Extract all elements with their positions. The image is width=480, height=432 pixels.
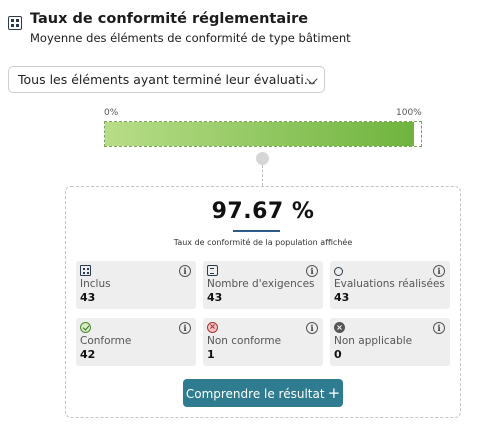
chevron-down-icon[interactable] bbox=[300, 67, 324, 92]
stat-label: Evaluations réalisées bbox=[334, 278, 445, 290]
stat-value: 43 bbox=[334, 291, 350, 304]
stat-value: 1 bbox=[207, 348, 215, 361]
compliance-gauge-bar bbox=[104, 121, 422, 147]
stat-card-evaluations: i Evaluations réalisées 43 bbox=[330, 261, 450, 309]
widget-subtitle: Moyenne des éléments de conformité de ty… bbox=[30, 31, 351, 45]
info-icon[interactable]: i bbox=[433, 265, 445, 277]
plus-icon: + bbox=[327, 384, 341, 402]
stat-card-inclus: i Inclus 43 bbox=[76, 261, 196, 309]
document-icon bbox=[207, 265, 218, 276]
stat-value: 43 bbox=[80, 291, 96, 304]
population-filter-value: Tous les éléments ayant terminé leur éva… bbox=[18, 72, 316, 87]
info-icon[interactable]: i bbox=[306, 265, 318, 277]
building-grid-icon bbox=[80, 265, 91, 276]
stat-card-conforme: i Conforme 42 bbox=[76, 318, 196, 366]
widget-header: Taux de conformité réglementaire Moyenne… bbox=[8, 8, 351, 46]
stat-label: Nombre d'exigences bbox=[207, 278, 315, 290]
stat-label: Inclus bbox=[80, 278, 111, 290]
info-icon[interactable]: i bbox=[179, 322, 191, 334]
gauge-marker bbox=[256, 152, 269, 165]
widget-title: Taux de conformité réglementaire bbox=[30, 11, 309, 27]
gauge-max-label: 100% bbox=[396, 108, 422, 118]
check-circle-icon bbox=[80, 322, 91, 333]
stat-card-exigences: i Nombre d'exigences 43 bbox=[203, 261, 323, 309]
not-applicable-icon: × bbox=[334, 322, 345, 333]
stat-value: 0 bbox=[334, 348, 342, 361]
building-grid-icon bbox=[8, 16, 22, 30]
gauge-marker-line bbox=[262, 165, 263, 186]
stat-card-non-applicable: × i Non applicable 0 bbox=[330, 318, 450, 366]
info-icon[interactable]: i bbox=[433, 322, 445, 334]
understand-result-button[interactable]: Comprendre le résultat + bbox=[183, 379, 343, 407]
compliance-rate-caption: Taux de conformité de la population affi… bbox=[173, 238, 353, 247]
header-text: Taux de conformité réglementaire Moyenne… bbox=[30, 8, 351, 46]
stat-label: Non applicable bbox=[334, 335, 413, 347]
stat-label: Conforme bbox=[80, 335, 132, 347]
stat-label: Non conforme bbox=[207, 335, 282, 347]
stat-card-non-conforme: × i Non conforme 1 bbox=[203, 318, 323, 366]
x-circle-icon: × bbox=[207, 322, 218, 333]
info-icon[interactable]: i bbox=[179, 265, 191, 277]
rate-underline bbox=[233, 230, 280, 232]
gauge-min-label: 0% bbox=[104, 108, 119, 118]
compliance-rate-value: 97.67 % bbox=[211, 199, 315, 224]
population-filter-select[interactable]: Tous les éléments ayant terminé leur éva… bbox=[8, 66, 325, 93]
result-panel: 97.67 % Taux de conformité de la populat… bbox=[65, 186, 461, 418]
stat-value: 42 bbox=[80, 348, 96, 361]
medal-icon bbox=[334, 267, 343, 276]
info-icon[interactable]: i bbox=[306, 322, 318, 334]
compliance-gauge-fill bbox=[105, 122, 414, 146]
stat-value: 43 bbox=[207, 291, 223, 304]
understand-result-label: Comprendre le résultat bbox=[185, 387, 325, 401]
